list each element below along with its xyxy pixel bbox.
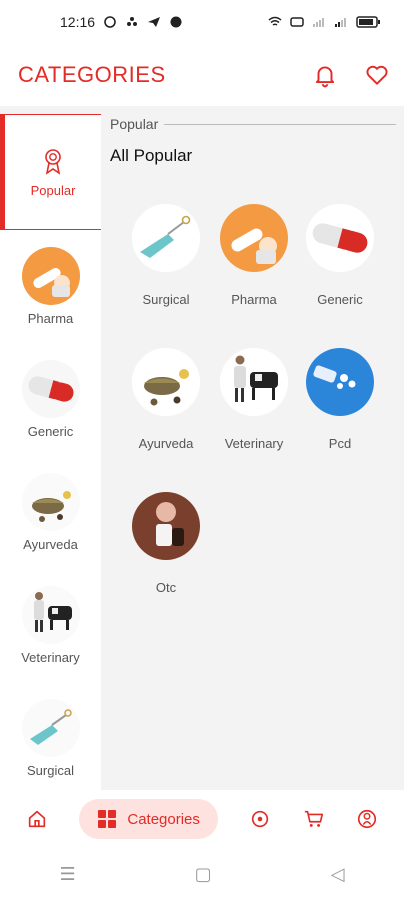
surgical-image [21, 699, 80, 757]
section-divider [164, 123, 396, 125]
sidebar-item-popular[interactable]: Popular [0, 114, 101, 230]
sidebar-item-label: Veterinary [21, 650, 80, 665]
whatsapp-icon [104, 16, 116, 28]
otc-image [132, 492, 200, 560]
tile-label: Generic [317, 292, 363, 307]
target-icon [252, 810, 269, 828]
tile-surgical[interactable]: Surgical [131, 204, 201, 307]
pharma-image [21, 247, 80, 305]
tile-pharma[interactable]: Pharma [219, 204, 289, 307]
pcd-image [306, 348, 374, 416]
veterinary-image [220, 348, 288, 416]
category-sidebar: Popular Pharma Generic Ayurveda Veterina… [0, 114, 101, 790]
bell-icon[interactable] [312, 62, 338, 88]
telegram-icon [148, 17, 161, 27]
nav-home[interactable] [26, 808, 48, 830]
back-icon[interactable]: ◁ [331, 864, 345, 885]
tile-otc[interactable]: Otc [131, 492, 201, 595]
nav-profile[interactable] [356, 808, 378, 830]
tile-pcd[interactable]: Pcd [305, 348, 375, 451]
tile-label: Veterinary [224, 436, 284, 451]
veterinary-image [21, 586, 80, 644]
sidebar-item-ayurveda[interactable]: Ayurveda [0, 456, 101, 569]
tile-generic[interactable]: Generic [305, 204, 375, 307]
generic-capsule-image [21, 360, 80, 418]
status-left: 12:16 [60, 14, 183, 30]
tile-label: Pharma [231, 292, 277, 307]
section-header: Popular [110, 116, 396, 132]
sidebar-item-label: Pharma [27, 311, 74, 326]
system-navigation: ☰ ▢ ◁ [0, 848, 404, 900]
tile-label: Otc [155, 580, 177, 595]
category-content: Popular All Popular Surgical Pharma Gene… [101, 106, 404, 790]
nav-target[interactable] [249, 808, 271, 830]
tile-label: Pcd [328, 436, 352, 451]
status-time: 12:16 [60, 14, 96, 30]
cart-icon [304, 810, 323, 827]
status-bar: 12:16 [0, 0, 404, 44]
tile-label: Surgical [142, 292, 190, 307]
heart-icon[interactable] [364, 62, 390, 88]
sidebar-item-surgical[interactable]: Surgical [0, 682, 101, 790]
signal-2-icon [335, 18, 346, 27]
app-icon [127, 17, 138, 26]
sidebar-item-label: Popular [30, 182, 76, 198]
volte-icon [290, 17, 304, 27]
recents-icon[interactable]: ☰ [60, 864, 76, 885]
section-title: All Popular [110, 146, 193, 165]
header-actions [312, 62, 390, 88]
home-icon [28, 810, 46, 828]
home-button-icon[interactable]: ▢ [195, 864, 212, 885]
tile-ayurveda[interactable]: Ayurveda [131, 348, 201, 451]
battery-icon [356, 16, 380, 28]
sidebar-item-label: Generic [27, 424, 74, 439]
phone-icon [170, 16, 182, 28]
tile-veterinary[interactable]: Veterinary [219, 348, 289, 451]
page-title: CATEGORIES [18, 62, 166, 87]
signal-1-icon [313, 18, 324, 27]
ayurveda-image [21, 473, 80, 531]
generic-capsule-image [306, 204, 374, 272]
ayurveda-image [132, 348, 200, 416]
profile-icon [357, 809, 377, 829]
section-label: Popular [110, 116, 159, 132]
sidebar-item-label: Ayurveda [23, 537, 78, 552]
sidebar-item-label: Surgical [27, 763, 74, 778]
grid-icon [98, 810, 117, 828]
surgical-image [132, 204, 200, 272]
nav-cart[interactable] [303, 808, 325, 830]
sidebar-item-pharma[interactable]: Pharma [0, 230, 101, 343]
nav-categories-label: Categories [127, 810, 200, 828]
bottom-navigation: Categories [0, 790, 404, 848]
wifi-icon [268, 16, 282, 26]
status-right [268, 16, 380, 28]
tile-label: Ayurveda [138, 436, 194, 451]
pharma-image [220, 204, 288, 272]
award-icon [45, 148, 61, 175]
app-header: CATEGORIES [0, 44, 404, 106]
sidebar-item-generic[interactable]: Generic [0, 343, 101, 456]
sidebar-item-veterinary[interactable]: Veterinary [0, 569, 101, 682]
nav-categories[interactable]: Categories [79, 799, 218, 839]
